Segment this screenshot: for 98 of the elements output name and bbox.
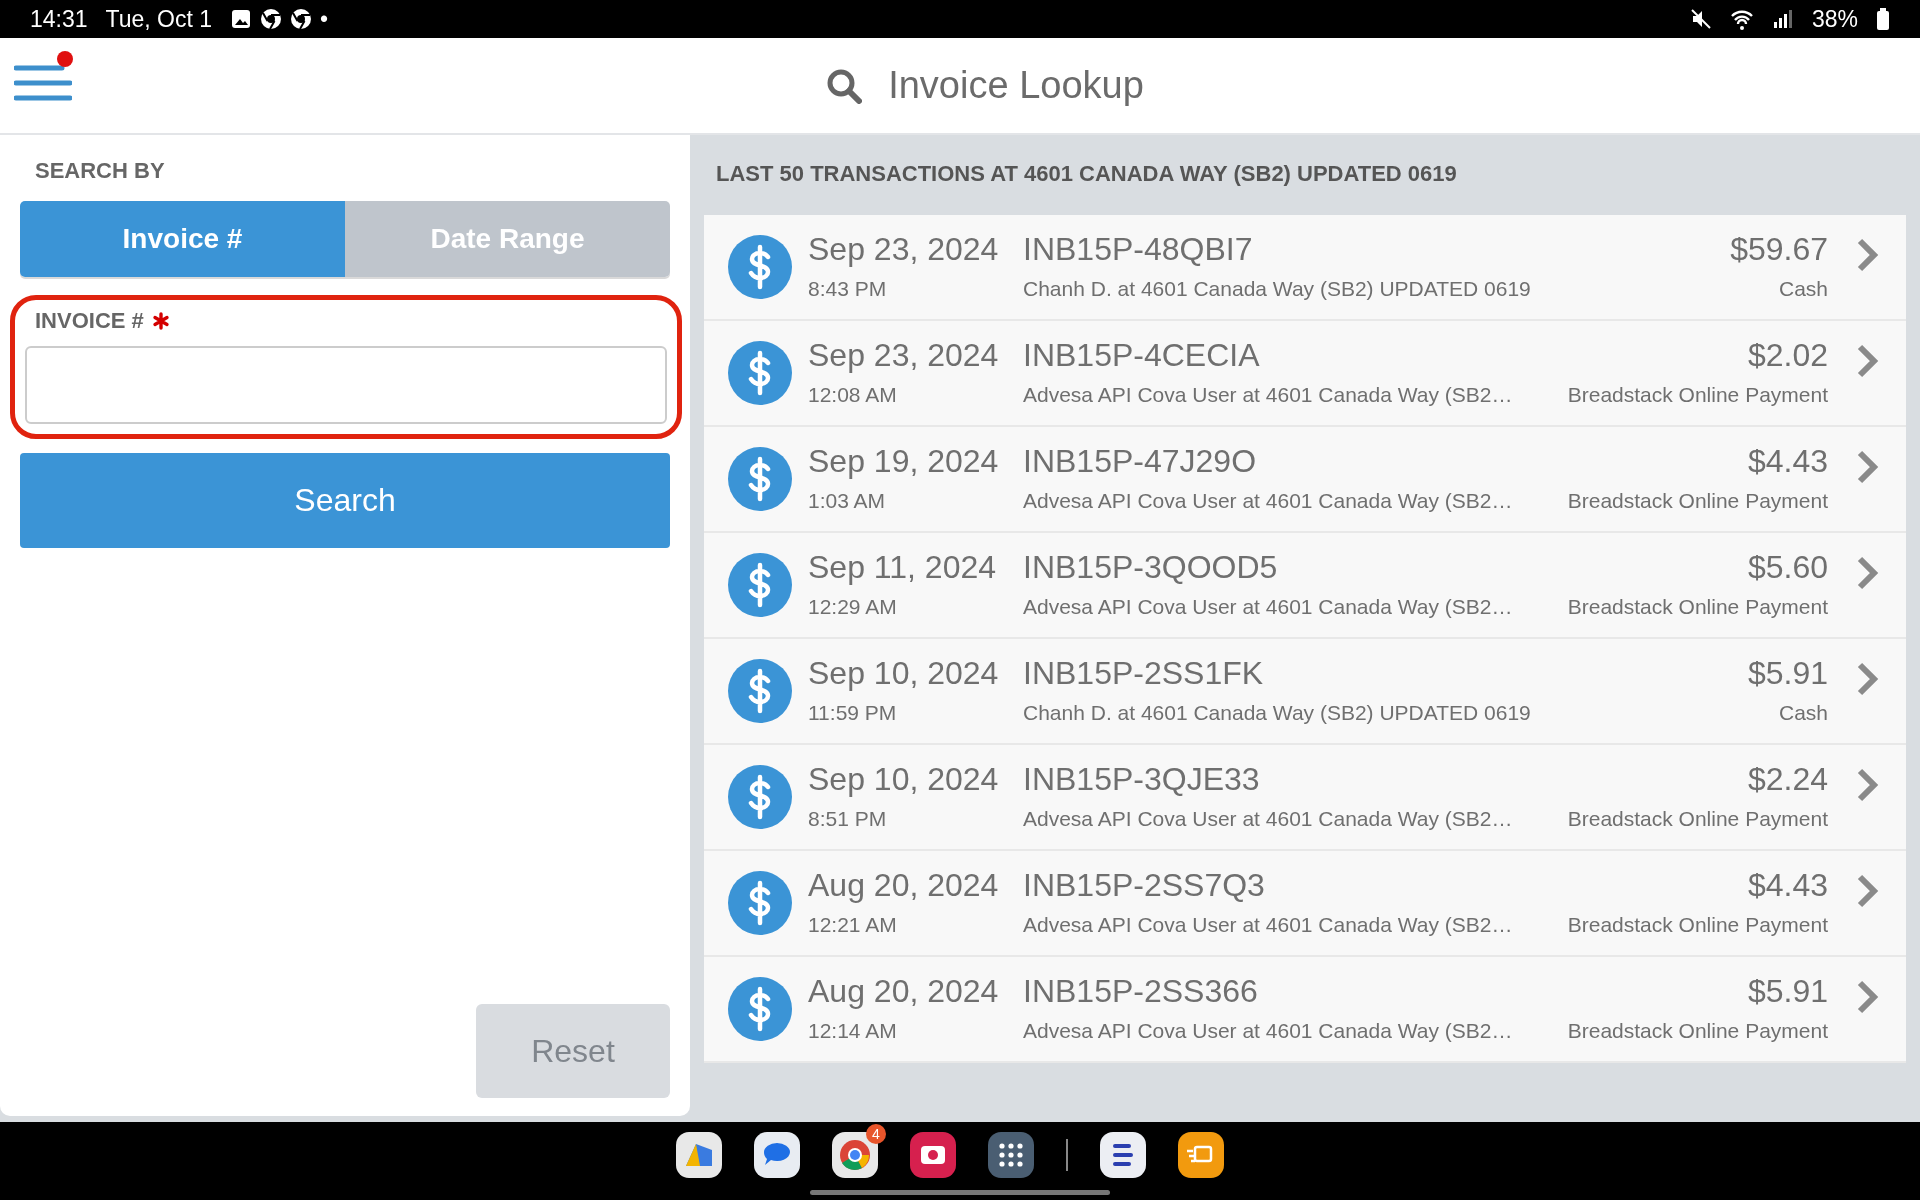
field-label: INVOICE #: [35, 308, 144, 334]
transaction-date: Aug 20, 2024: [808, 972, 1000, 1011]
dollar-icon: [728, 977, 792, 1041]
transaction-time: 8:51 PM: [808, 806, 888, 832]
transaction-row[interactable]: Sep 11, 2024 INB15P-3QOOD5 $5.60 12:29 AM Advesa API Cova User at 4601 Canada Way (SB2… Breadstack Online Payment: [704, 533, 1906, 639]
transaction-time: 12:21 AM: [808, 912, 898, 938]
payment-method: Breadstack Online Payment: [1567, 1018, 1828, 1044]
gallery-icon[interactable]: [676, 1132, 722, 1178]
dollar-icon: [728, 341, 792, 405]
transaction-amount: $4.43: [1747, 866, 1828, 905]
stacked-lines-icon[interactable]: [1100, 1132, 1146, 1178]
transaction-time: 12:08 AM: [808, 382, 898, 408]
invoice-number: INB15P-2SS1FK: [1023, 654, 1265, 693]
camera-icon[interactable]: [910, 1132, 956, 1178]
transaction-description: Advesa API Cova User at 4601 Canada Way (SB2…: [1023, 806, 1514, 832]
status-dot: •: [320, 5, 329, 33]
payment-method: Cash: [1778, 276, 1828, 302]
payment-method: Cash: [1778, 700, 1828, 726]
status-date: Tue, Oct 1: [105, 5, 213, 33]
chevron-right-icon: [1855, 555, 1879, 591]
transaction-description: Advesa API Cova User at 4601 Canada Way (SB2…: [1023, 488, 1514, 514]
invoice-number: INB15P-3QJE33: [1023, 760, 1261, 799]
payment-method: Breadstack Online Payment: [1567, 488, 1828, 514]
transaction-date: Sep 23, 2024: [808, 230, 1000, 269]
chevron-right-icon: [1855, 767, 1879, 803]
search-button[interactable]: Search: [20, 453, 670, 548]
dollar-icon: [728, 235, 792, 299]
wifi-icon: [1729, 8, 1754, 30]
signal-icon: [1771, 8, 1794, 30]
dollar-icon: [728, 659, 792, 723]
transaction-time: 8:43 PM: [808, 276, 888, 302]
transaction-description: Advesa API Cova User at 4601 Canada Way (SB2…: [1023, 912, 1514, 938]
transaction-amount: $5.60: [1747, 548, 1828, 587]
transaction-date: Sep 23, 2024: [808, 336, 1000, 375]
transaction-description: Advesa API Cova User at 4601 Canada Way (SB2…: [1023, 1018, 1514, 1044]
chevron-right-icon: [1855, 343, 1879, 379]
payment-method: Breadstack Online Payment: [1567, 594, 1828, 620]
transaction-amount: $59.67: [1730, 230, 1828, 269]
invoice-input[interactable]: [25, 346, 667, 424]
transaction-date: Aug 20, 2024: [808, 866, 1000, 905]
transaction-amount: $4.43: [1747, 442, 1828, 481]
transaction-row[interactable]: Sep 10, 2024 INB15P-3QJE33 $2.24 8:51 PM Advesa API Cova User at 4601 Canada Way (SB2… Breadstack Online Payment: [704, 745, 1906, 851]
app-grid-icon[interactable]: [988, 1132, 1034, 1178]
invoice-number: INB15P-4CECIA: [1023, 336, 1261, 375]
transaction-row[interactable]: Aug 20, 2024 INB15P-2SS7Q3 $4.43 12:21 AM Advesa API Cova User at 4601 Canada Way (SB2… Breadstack Online Payment: [704, 851, 1906, 957]
search-icon: [826, 67, 863, 104]
dollar-icon: [728, 765, 792, 829]
chevron-right-icon: [1855, 873, 1879, 909]
page-title: Invoice Lookup: [888, 64, 1144, 107]
notification-badge: 4: [866, 1124, 886, 1144]
invoice-number: INB15P-48QBI7: [1023, 230, 1254, 269]
chevron-right-icon: [1855, 237, 1879, 273]
dollar-icon: [728, 447, 792, 511]
transaction-row[interactable]: Sep 23, 2024 INB15P-4CECIA $2.02 12:08 AM Advesa API Cova User at 4601 Canada Way (SB2… Breadstack Online Payment: [704, 321, 1906, 427]
dollar-icon: [728, 553, 792, 617]
transaction-row[interactable]: Aug 20, 2024 INB15P-2SS366 $5.91 12:14 AM Advesa API Cova User at 4601 Canada Way (SB2… Breadstack Online Payment: [704, 957, 1906, 1063]
browser-icon: [290, 8, 313, 30]
payment-method: Breadstack Online Payment: [1567, 382, 1828, 408]
box-icon[interactable]: [1178, 1132, 1224, 1178]
transaction-time: 12:29 AM: [808, 594, 898, 620]
transaction-time: 12:14 AM: [808, 1018, 898, 1044]
transaction-time: 11:59 PM: [808, 700, 898, 726]
mute-icon: [1689, 8, 1712, 30]
transaction-amount: $5.91: [1747, 972, 1828, 1011]
transaction-description: Chanh D. at 4601 Canada Way (SB2) UPDATED 0619: [1023, 700, 1532, 726]
transaction-description: Chanh D. at 4601 Canada Way (SB2) UPDATED 0619: [1023, 276, 1532, 302]
list-heading: LAST 50 TRANSACTIONS AT 4601 CANADA WAY (SB2) UPDATED 0619: [715, 160, 1458, 188]
transaction-description: Advesa API Cova User at 4601 Canada Way (SB2…: [1023, 594, 1514, 620]
transaction-amount: $2.02: [1747, 336, 1828, 375]
transaction-date: Sep 10, 2024: [808, 760, 1000, 799]
browser-icon: [260, 8, 283, 30]
chevron-right-icon: [1855, 661, 1879, 697]
battery-icon: [1876, 8, 1890, 30]
payment-method: Breadstack Online Payment: [1567, 806, 1828, 832]
dollar-icon: [728, 871, 792, 935]
transaction-row[interactable]: Sep 19, 2024 INB15P-47J29O $4.43 1:03 AM Advesa API Cova User at 4601 Canada Way (SB2… Breadstack Online Payment: [704, 427, 1906, 533]
section-heading: SEARCH BY: [35, 157, 166, 185]
chevron-right-icon: [1855, 449, 1879, 485]
transaction-description: Advesa API Cova User at 4601 Canada Way (SB2…: [1023, 382, 1514, 408]
image-icon: [230, 8, 253, 30]
invoice-number: INB15P-2SS7Q3: [1023, 866, 1266, 905]
transaction-row[interactable]: Sep 10, 2024 INB15P-2SS1FK $5.91 11:59 PM Chanh D. at 4601 Canada Way (SB2) UPDATED 0619 Cash: [704, 639, 1906, 745]
transaction-time: 1:03 AM: [808, 488, 887, 514]
transaction-date: Sep 11, 2024: [808, 548, 997, 587]
clock-time: 14:31: [30, 5, 88, 33]
chat-bubble-icon[interactable]: [754, 1132, 800, 1178]
transaction-amount: $2.24: [1747, 760, 1828, 799]
chevron-right-icon: [1855, 979, 1879, 1015]
invoice-number: INB15P-2SS366: [1023, 972, 1259, 1011]
payment-method: Breadstack Online Payment: [1567, 912, 1828, 938]
invoice-number: INB15P-3QOOD5: [1023, 548, 1279, 587]
transaction-row[interactable]: Sep 23, 2024 INB15P-48QBI7 $59.67 8:43 PM Chanh D. at 4601 Canada Way (SB2) UPDATED 0619 Cash: [704, 215, 1906, 321]
transaction-amount: $5.91: [1747, 654, 1828, 693]
transaction-date: Sep 19, 2024: [808, 442, 1000, 481]
battery-percent: 38%: [1811, 5, 1858, 33]
invoice-number: INB15P-47J29O: [1023, 442, 1257, 481]
transaction-date: Sep 10, 2024: [808, 654, 1000, 693]
segment-tab[interactable]: Invoice #: [20, 201, 345, 277]
